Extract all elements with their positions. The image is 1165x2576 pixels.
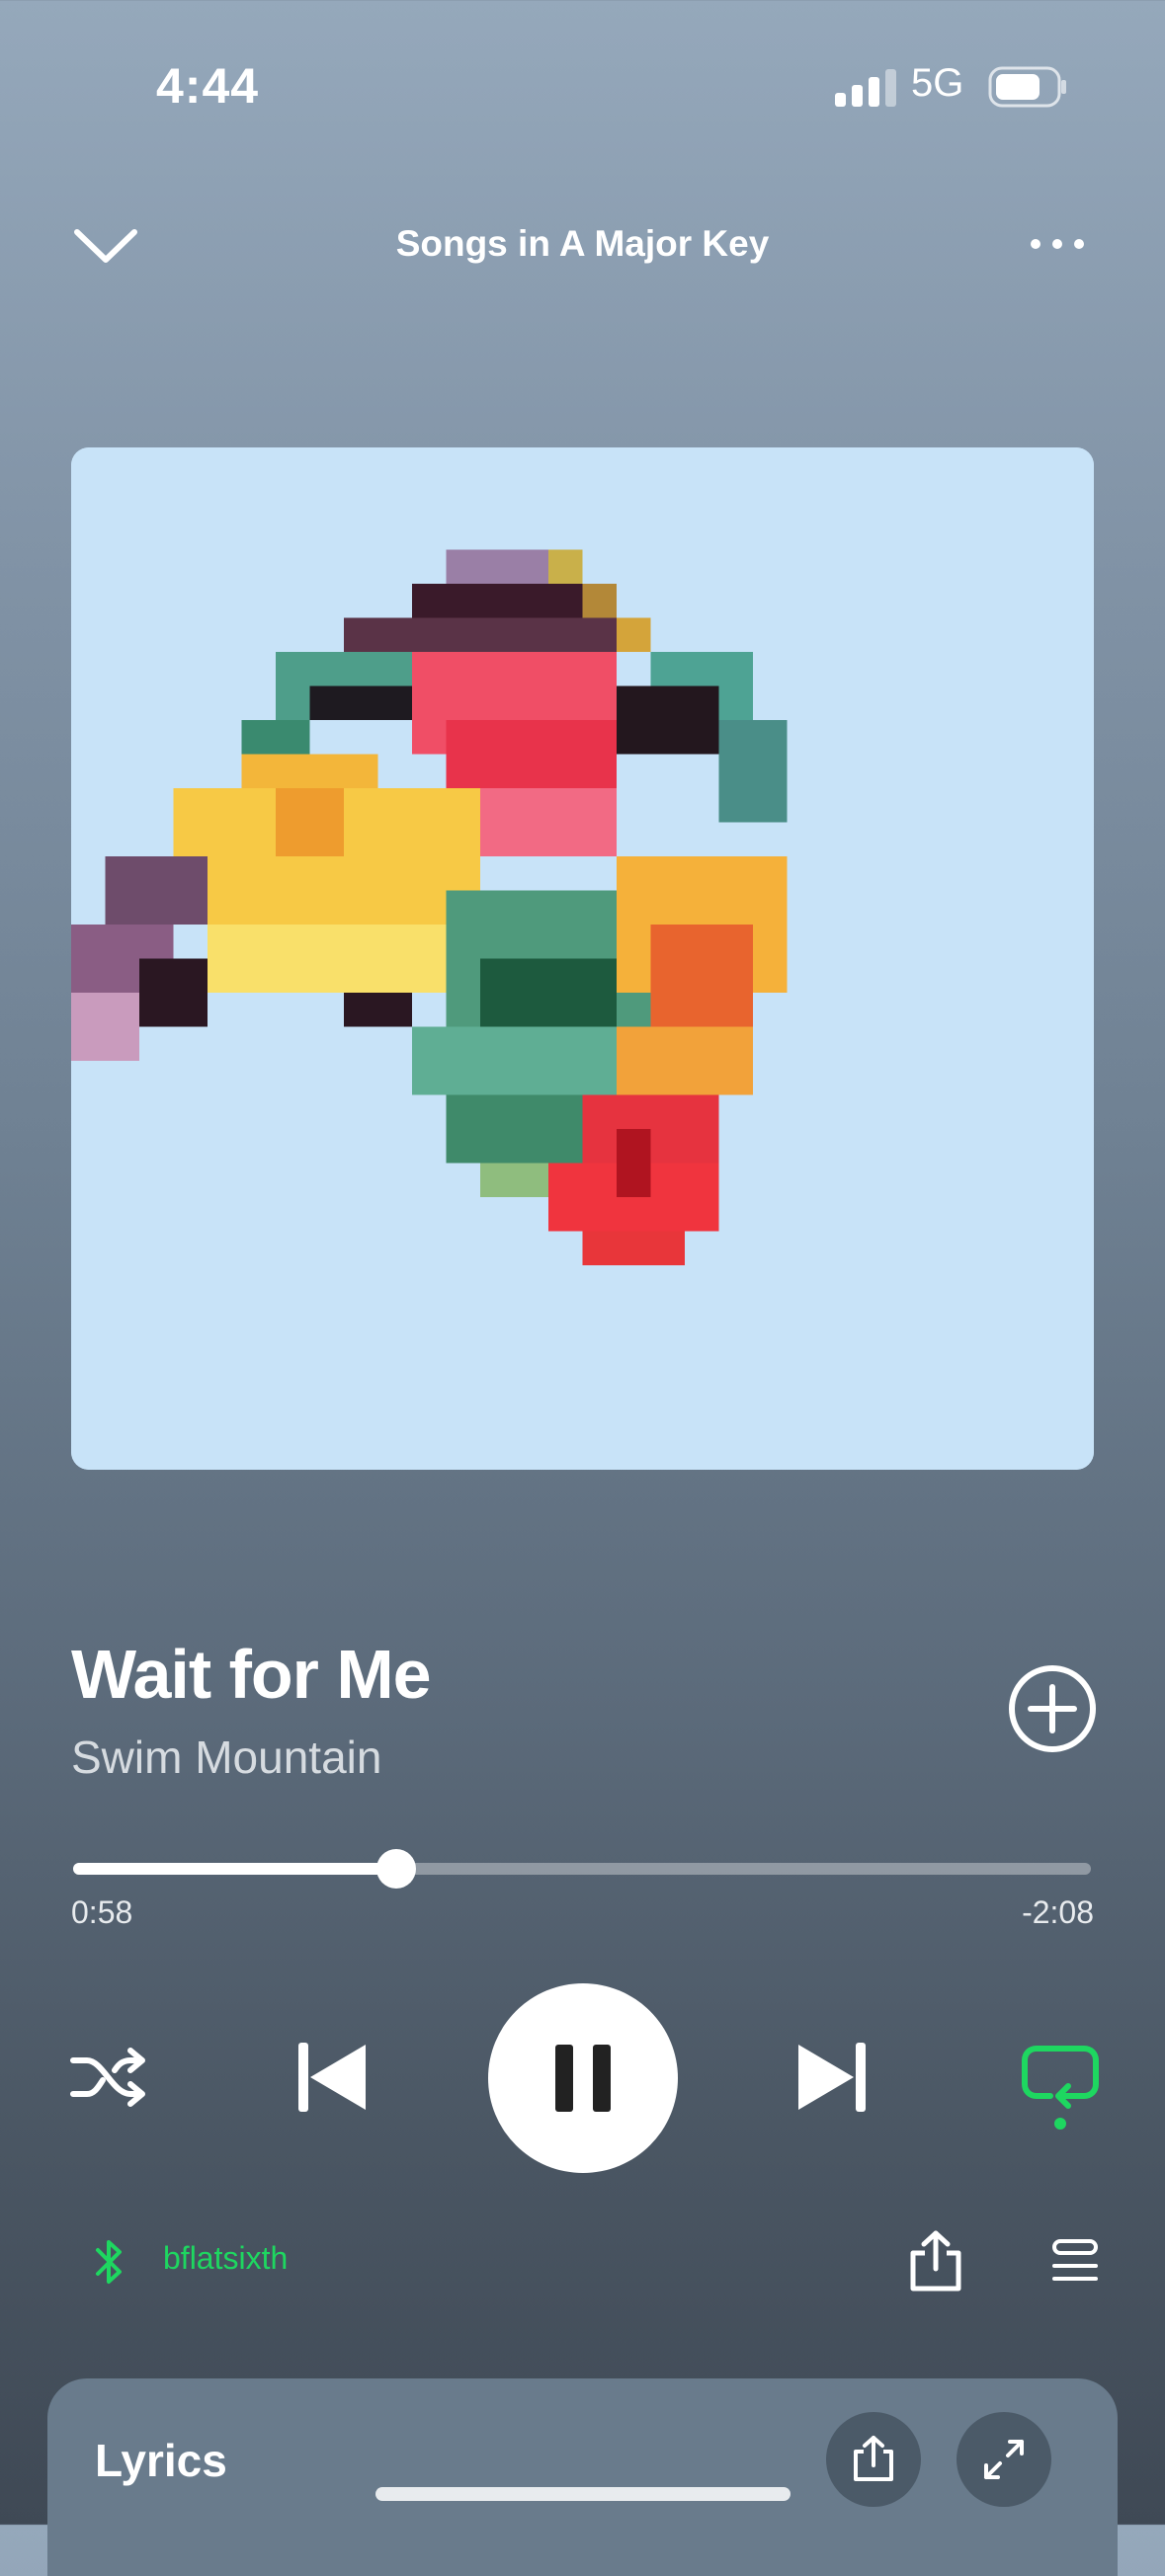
pause-button[interactable] [488,1983,678,2173]
share-icon[interactable] [905,2229,966,2293]
lyrics-share-button[interactable] [826,2412,921,2507]
playlist-title: Songs in A Major Key [395,223,770,264]
album-art-image [71,447,1094,1470]
cellular-signal-icon [835,69,896,107]
add-to-library-icon[interactable] [1006,1662,1099,1755]
remaining-time: -2:08 [1022,1894,1094,1930]
battery-icon [988,66,1066,108]
progress-handle[interactable] [375,1849,416,1889]
track-artist[interactable]: Swim Mountain [71,1731,381,1784]
connected-device-name[interactable]: bflatsixth [163,2240,288,2277]
repeat-icon[interactable] [1021,2043,1100,2132]
status-time: 4:44 [156,58,260,114]
pause-icon [555,2045,611,2112]
more-horizontal-icon[interactable] [1028,229,1087,259]
track-title: Wait for Me [71,1636,432,1713]
home-indicator[interactable] [375,2487,791,2501]
bluetooth-icon [96,2240,122,2284]
expand-icon [984,2440,1024,2479]
skip-previous-icon[interactable] [296,2041,368,2114]
share-icon [854,2436,893,2481]
lyrics-expand-button[interactable] [957,2412,1051,2507]
skip-next-icon[interactable] [796,2041,868,2114]
shuffle-icon[interactable] [69,2043,148,2112]
queue-icon[interactable] [1050,2238,1100,2284]
progress-bar[interactable] [73,1849,1091,1889]
network-type: 5G [911,61,964,105]
lyrics-title: Lyrics [95,2435,227,2486]
chevron-down-icon[interactable] [71,222,140,272]
elapsed-time: 0:58 [71,1894,133,1930]
progress-fill [73,1863,396,1875]
album-art [71,447,1094,1470]
